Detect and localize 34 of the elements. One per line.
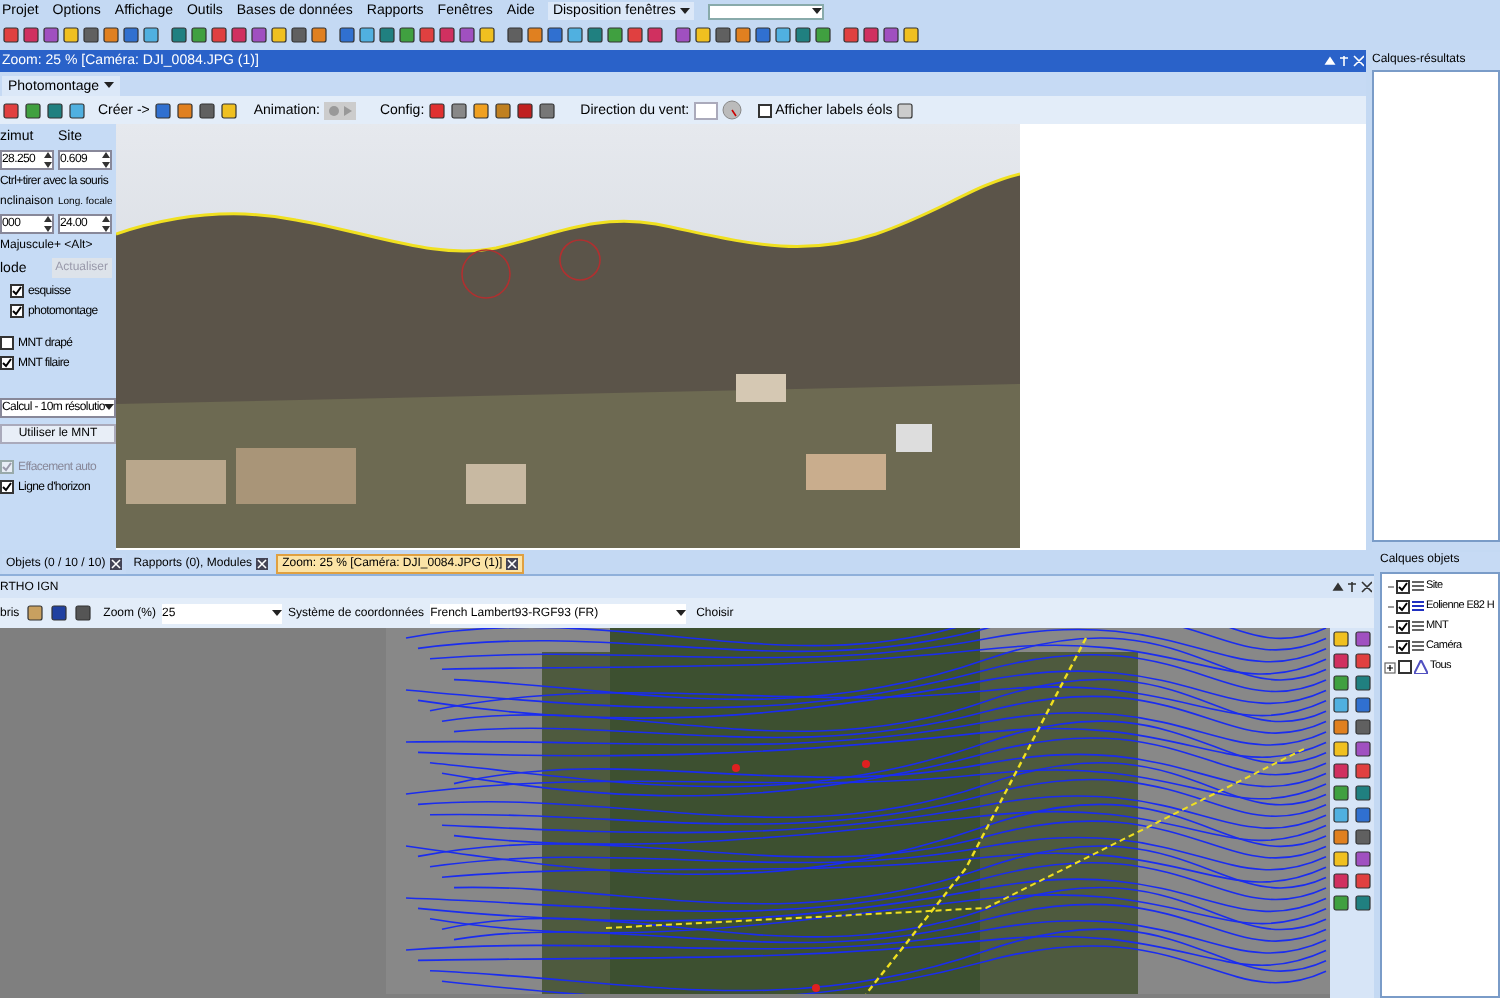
checkbox[interactable]: [10, 304, 24, 318]
caret-icon: [811, 7, 822, 15]
layer-icon: [1412, 640, 1424, 654]
spin-arrows-icon[interactable]: [44, 152, 52, 168]
checkbox[interactable]: [1396, 580, 1410, 594]
layer-icon: [1412, 580, 1424, 594]
checkbox[interactable]: [1396, 600, 1410, 614]
spin-arrows-icon[interactable]: [102, 152, 110, 168]
checkbox[interactable]: [0, 336, 14, 350]
checkbox[interactable]: [757, 103, 772, 117]
window-controls-icon[interactable]: [1332, 580, 1372, 594]
layer-icon: [1412, 620, 1424, 634]
checkbox[interactable]: [10, 284, 24, 298]
checkbox[interactable]: [1398, 660, 1412, 674]
expand-toggle-icon[interactable]: [1384, 661, 1396, 673]
spin-arrows-icon[interactable]: [102, 216, 110, 232]
wind-dial-icon[interactable]: [721, 100, 742, 120]
checkbox[interactable]: [1396, 640, 1410, 654]
triangle-icon: [1414, 660, 1428, 674]
layer-icon: [1412, 600, 1424, 614]
caret-icon: [679, 7, 690, 15]
checkbox[interactable]: [0, 356, 14, 370]
caret-icon: [272, 609, 283, 617]
checkbox[interactable]: [0, 480, 14, 494]
close-icon[interactable]: [109, 557, 122, 569]
close-icon[interactable]: [256, 557, 269, 569]
close-icon[interactable]: [506, 557, 519, 569]
caret-icon: [104, 404, 115, 412]
toolbar-icon[interactable]: [896, 101, 915, 119]
caret-icon: [103, 82, 114, 90]
spin-arrows-icon[interactable]: [44, 216, 52, 232]
caret-icon: [676, 609, 687, 617]
wind-direction-field[interactable]: [693, 101, 718, 119]
checkbox[interactable]: [1396, 620, 1410, 634]
